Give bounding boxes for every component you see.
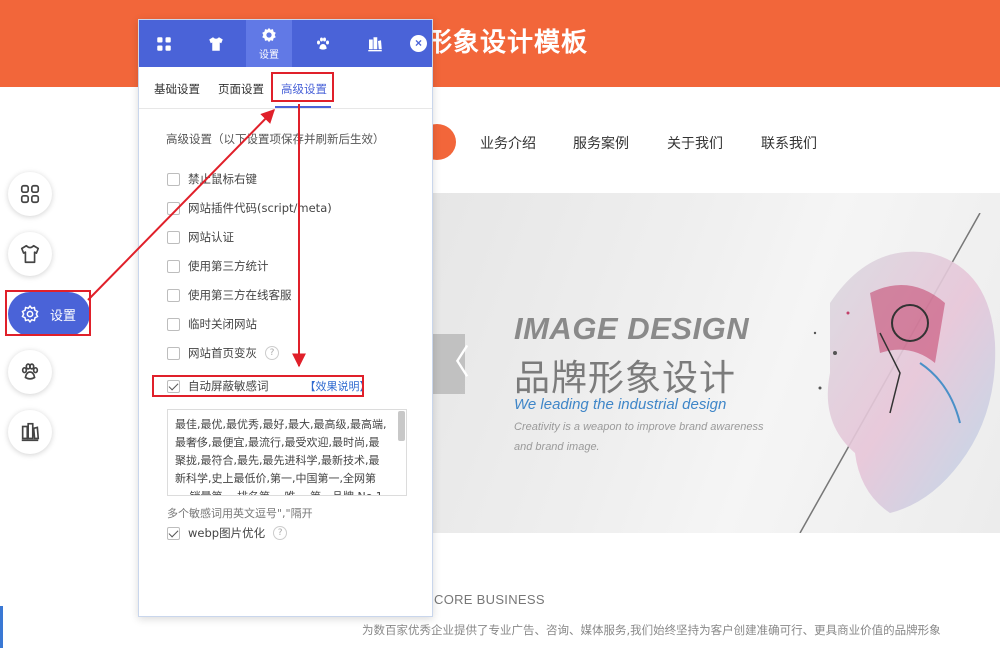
book-icon: [368, 36, 382, 51]
option-label: 使用第三方统计: [188, 259, 269, 273]
highlight-box-advanced-tab: [271, 72, 334, 102]
option-third-party-chat[interactable]: 使用第三方在线客服: [167, 287, 292, 303]
site-nav: 业务介绍 服务案例 关于我们 联系我们: [418, 122, 1000, 162]
option-site-verification[interactable]: 网站认证: [167, 229, 234, 245]
option-label: 网站插件代码(script/meta): [188, 201, 332, 215]
side-paw-button[interactable]: [8, 350, 52, 394]
checkbox[interactable]: [167, 201, 180, 215]
checkbox[interactable]: [167, 317, 180, 331]
checkbox[interactable]: [167, 259, 180, 273]
option-label: 使用第三方在线客服: [188, 288, 292, 302]
option-label: 网站首页变灰: [188, 346, 257, 360]
panel-tab-settings[interactable]: 设置: [246, 20, 292, 67]
option-close-site[interactable]: 临时关闭网站: [167, 316, 257, 332]
option-label: 禁止鼠标右键: [188, 172, 257, 186]
panel-close-button[interactable]: ×: [410, 35, 427, 52]
robot-head-artwork: [799, 213, 996, 533]
help-icon[interactable]: ?: [273, 526, 288, 540]
banner-description: Creativity is a weapon to improve brand …: [514, 421, 764, 453]
panel-tab-shirt[interactable]: [193, 20, 239, 67]
help-icon[interactable]: ?: [265, 346, 279, 360]
section-title: 高级设置（以下设置项保存并刷新后生效）: [166, 132, 385, 146]
banner-prev-arrow[interactable]: 〈: [430, 334, 470, 394]
shirt-icon: [20, 244, 40, 264]
option-label: 临时关闭网站: [188, 317, 257, 331]
option-grayscale-home[interactable]: 网站首页变灰 ?: [167, 345, 279, 361]
checkbox[interactable]: [167, 230, 180, 244]
panel-tab-settings-label: 设置: [259, 50, 279, 61]
paw-icon: [317, 37, 329, 50]
banner-headline: IMAGE DESIGN: [514, 311, 750, 346]
book-icon: [21, 422, 40, 442]
sensitive-words-textarea[interactable]: 最佳,最优,最优秀,最好,最大,最高级,最高端,最奢侈,最便宜,最流行,最受欢迎…: [167, 409, 407, 496]
checkbox-checked[interactable]: [167, 526, 180, 540]
core-business-title: CORE BUSINESS: [434, 592, 545, 607]
left-edge-indicator: [0, 606, 3, 648]
subtab-active-underline: [275, 106, 331, 108]
option-webp[interactable]: webp图片优化 ?: [167, 525, 288, 541]
option-label: 网站认证: [188, 230, 234, 244]
option-plugin-code[interactable]: 网站插件代码(script/meta): [167, 200, 332, 216]
highlight-box-sensitive-words: [152, 375, 364, 397]
gear-icon: [262, 27, 276, 43]
grid-icon: [20, 184, 40, 204]
settings-panel: 设置 × 基础设置 页面设置 高级设置 高级设置（以下设置项保存并刷新后生效） …: [138, 19, 433, 617]
panel-tab-book[interactable]: [352, 20, 398, 67]
site-title: 形象设计模板: [426, 28, 589, 58]
panel-tab-grid[interactable]: [141, 20, 187, 67]
hero-banner: 〈 IMAGE DESIGN 品牌形象设计 We leading the ind…: [430, 193, 1000, 533]
nav-item-about[interactable]: 关于我们: [667, 133, 723, 153]
option-disable-right-click[interactable]: 禁止鼠标右键: [167, 171, 257, 187]
option-label: webp图片优化: [188, 526, 266, 540]
nav-item-cases[interactable]: 服务案例: [573, 133, 629, 153]
paw-icon: [21, 363, 39, 380]
nav-item-business[interactable]: 业务介绍: [480, 133, 536, 153]
core-business-description: 为数百家优秀企业提供了专业广告、咨询、媒体服务,我们始终坚持为客户创建准确可行、…: [362, 623, 941, 637]
side-shirt-button[interactable]: [8, 232, 52, 276]
option-third-party-stats[interactable]: 使用第三方统计: [167, 258, 269, 274]
side-book-button[interactable]: [8, 410, 52, 454]
checkbox[interactable]: [167, 346, 180, 360]
subtab-basic[interactable]: 基础设置: [154, 81, 200, 97]
subtab-page[interactable]: 页面设置: [218, 81, 264, 97]
checkbox[interactable]: [167, 288, 180, 302]
banner-tagline: We leading the industrial design: [514, 396, 727, 413]
sensitive-words-hint: 多个敏感词用英文逗号","隔开: [167, 507, 313, 520]
side-grid-button[interactable]: [8, 172, 52, 216]
panel-top-tabs: 设置 ×: [139, 20, 432, 67]
shirt-icon: [209, 36, 223, 51]
grid-icon: [157, 36, 171, 51]
textarea-scrollbar[interactable]: [398, 411, 405, 441]
highlight-box-side-settings: [5, 290, 91, 336]
nav-item-contact[interactable]: 联系我们: [761, 133, 817, 153]
checkbox[interactable]: [167, 172, 180, 186]
banner-subheadline: 品牌形象设计: [514, 358, 737, 399]
panel-tab-paw[interactable]: [300, 20, 346, 67]
